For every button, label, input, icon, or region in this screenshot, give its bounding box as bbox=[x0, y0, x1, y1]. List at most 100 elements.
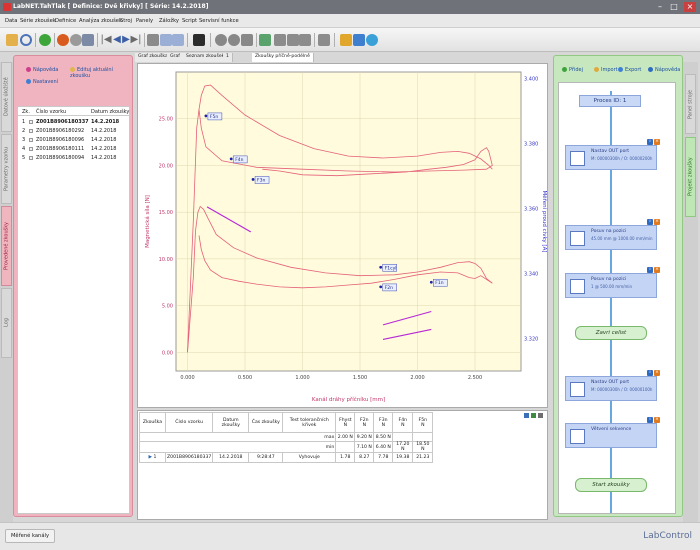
row-test-no: 5 bbox=[22, 155, 26, 161]
flow-block-branch[interactable]: Větvení sekvence bbox=[565, 423, 657, 448]
gauge-icon[interactable] bbox=[228, 34, 240, 46]
result-row[interactable]: ▶ 1 Z001B8906180337 14.2.2018 9:28:47 Vy… bbox=[139, 452, 434, 463]
menu-definition[interactable]: Definice bbox=[55, 18, 76, 24]
port-icon bbox=[570, 382, 585, 397]
y-axis-label: Magnetická síla [N] bbox=[144, 195, 151, 248]
minimize-icon[interactable]: – bbox=[654, 2, 666, 12]
tab-cross-longitudinal[interactable]: Zkoušky příčně-podélně bbox=[252, 53, 314, 62]
run-icon[interactable] bbox=[259, 34, 271, 46]
list-item[interactable]: 3 Z001B8906180096 14.2.2018 bbox=[18, 136, 131, 144]
stop-icon[interactable] bbox=[57, 34, 69, 46]
calibrate-icon[interactable] bbox=[274, 34, 286, 46]
info-icon[interactable]: i bbox=[647, 370, 653, 376]
tare-icon[interactable] bbox=[299, 34, 311, 46]
print-icon[interactable] bbox=[147, 34, 159, 46]
remove-icon[interactable]: × bbox=[654, 417, 660, 423]
menu-analysis[interactable]: Analýza zkoušek bbox=[79, 18, 122, 24]
head-f3n: F3n N bbox=[373, 412, 394, 433]
delete-icon[interactable] bbox=[70, 34, 82, 46]
tab-test-project[interactable]: Projekt zkoušky bbox=[685, 137, 696, 217]
checkbox-icon[interactable] bbox=[29, 120, 33, 124]
info-icon[interactable]: i bbox=[647, 219, 653, 225]
settings-button[interactable]: Nastavení bbox=[26, 79, 58, 85]
list-item[interactable]: 4 Z001B8906180111 14.2.2018 bbox=[18, 145, 131, 153]
list-item[interactable]: 5 Z001B8906180094 14.2.2018 bbox=[18, 154, 131, 162]
marker-label: F2n bbox=[385, 285, 393, 291]
pencil-icon bbox=[70, 67, 75, 72]
open-folder-icon[interactable] bbox=[6, 34, 18, 46]
crosshead-icon[interactable] bbox=[241, 34, 253, 46]
search-icon[interactable] bbox=[20, 34, 32, 46]
remove-icon[interactable]: × bbox=[654, 139, 660, 145]
lock-icon[interactable] bbox=[340, 34, 352, 46]
last-icon[interactable]: ▶| bbox=[130, 34, 142, 46]
archive-icon[interactable] bbox=[82, 34, 94, 46]
flow-block-out-port-2[interactable]: Nastav OUT port M: 00000300h / O: 0000010… bbox=[565, 376, 657, 401]
head-fhyst: Fhyst N bbox=[335, 412, 356, 433]
monitor-icon[interactable] bbox=[193, 34, 205, 46]
menu-bookmarks[interactable]: Záložky bbox=[159, 18, 179, 24]
info-icon[interactable]: i bbox=[647, 267, 653, 273]
marker-label: F1cyl bbox=[385, 265, 397, 271]
remove-icon[interactable]: × bbox=[654, 219, 660, 225]
tab-sample-params[interactable]: Parametry vzorku bbox=[1, 134, 12, 204]
help-button[interactable]: Nápověda bbox=[648, 67, 680, 73]
remove-icon[interactable]: × bbox=[654, 370, 660, 376]
close-icon[interactable]: × bbox=[684, 2, 696, 12]
checkbox-icon[interactable] bbox=[29, 156, 33, 160]
menu-panels[interactable]: Panely bbox=[136, 18, 153, 24]
machine-icon[interactable] bbox=[215, 34, 227, 46]
menu-series[interactable]: Série zkoušek bbox=[20, 18, 56, 24]
x-tick-label: 0.500 bbox=[238, 375, 252, 381]
user-icon[interactable] bbox=[353, 34, 365, 46]
min-f4n: 17.20 N bbox=[392, 441, 414, 453]
zero-icon[interactable] bbox=[287, 34, 299, 46]
flow-block-out-port-1[interactable]: Nastav OUT port M: 00000300h / O: 0000020… bbox=[565, 145, 657, 170]
menu-service[interactable]: Servisní funkce bbox=[199, 18, 239, 24]
min-f5n: 18.50 N bbox=[412, 441, 434, 453]
help-button[interactable]: Nápověda bbox=[26, 67, 58, 73]
menu-data[interactable]: Data bbox=[5, 18, 17, 24]
marker-label: F4n bbox=[235, 157, 243, 163]
add-icon[interactable] bbox=[39, 34, 51, 46]
save-icon[interactable] bbox=[524, 413, 529, 418]
flow-block-move-2[interactable]: Posuv na pozici 1 @ 500.00 mm/min bbox=[565, 273, 657, 298]
tab-test-list[interactable]: Seznam zkoušek bbox=[183, 53, 229, 62]
marker-point bbox=[379, 285, 383, 289]
import-button[interactable]: Import bbox=[594, 67, 618, 73]
report-icon[interactable] bbox=[160, 34, 172, 46]
tab-1[interactable]: 1 bbox=[223, 53, 233, 62]
tab-performed-tests[interactable]: Provedené zkoušky bbox=[1, 206, 12, 286]
sensor-icon[interactable] bbox=[318, 34, 330, 46]
flow-close-jaw[interactable]: Zavri celist bbox=[575, 326, 647, 340]
list-item[interactable]: 2 Z001B8906180292 14.2.2018 bbox=[18, 127, 131, 135]
tab-graph[interactable]: Graf bbox=[167, 53, 184, 62]
maximize-icon[interactable]: □ bbox=[668, 2, 680, 12]
edit-test-button[interactable]: Edituj aktuální zkoušku bbox=[70, 67, 132, 79]
info-icon[interactable]: i bbox=[647, 417, 653, 423]
results-table: Zkouška Číslo vzorku Datum zkoušky Čas z… bbox=[138, 412, 434, 463]
tab-data-storage[interactable]: Datové úložiště bbox=[1, 62, 12, 132]
checkbox-icon[interactable] bbox=[29, 138, 33, 142]
menu-machine[interactable]: Stroj bbox=[120, 18, 132, 24]
remove-icon[interactable]: × bbox=[654, 267, 660, 273]
flow-block-move-1[interactable]: Posuv na pozici 45.00 mm @ 1000.00 mm/min bbox=[565, 225, 657, 250]
force-chart: 0.000 0.500 1.000 1.500 2.000 2.500 0.00 5.00 10… bbox=[137, 63, 548, 408]
excel-icon[interactable] bbox=[531, 413, 536, 418]
list-item[interactable]: 1 Z001B8906180337 14.2.2018 bbox=[18, 118, 131, 126]
tab-machine-panel[interactable]: Panel stroje bbox=[685, 74, 696, 134]
help-icon[interactable] bbox=[366, 34, 378, 46]
plot-area bbox=[175, 71, 522, 372]
result-f4n: 19.38 bbox=[392, 452, 414, 463]
menu-script[interactable]: Script bbox=[182, 18, 197, 24]
export-report-icon[interactable] bbox=[172, 34, 184, 46]
checkbox-icon[interactable] bbox=[29, 147, 33, 151]
info-icon[interactable]: i bbox=[647, 139, 653, 145]
export-icon[interactable] bbox=[538, 413, 543, 418]
export-button[interactable]: Export bbox=[618, 67, 641, 73]
flow-start-test[interactable]: Start zkoušky bbox=[575, 478, 647, 492]
tab-log[interactable]: Log bbox=[1, 288, 12, 358]
checkbox-icon[interactable] bbox=[29, 129, 33, 133]
add-step-button[interactable]: Přidej bbox=[562, 67, 583, 73]
measured-channels-button[interactable]: Měřené kanály bbox=[5, 529, 55, 543]
